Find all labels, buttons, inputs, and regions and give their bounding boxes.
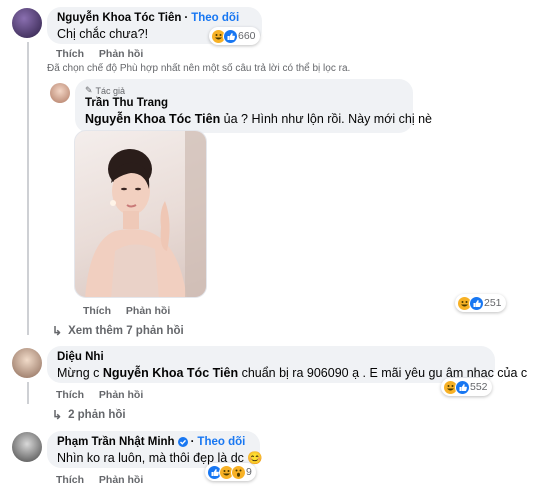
like-button[interactable]: Thích — [83, 305, 111, 317]
comment-photo[interactable] — [74, 130, 207, 298]
filter-note: Đã chọn chế độ Phù hợp nhất nên một số c… — [47, 63, 351, 74]
comment-text-prefix: Mừng c — [57, 366, 103, 380]
reaction-count: 251 — [484, 297, 502, 309]
reply-button[interactable]: Phản hồi — [99, 474, 143, 486]
author-badge-label: Tác giả — [95, 85, 126, 96]
like-icon — [469, 295, 484, 311]
author-badge: ✎ Tác giả — [85, 85, 403, 96]
comment-text: Nguyễn Khoa Tóc Tiên ủa ? Hình như lộn r… — [85, 112, 432, 126]
view-replies[interactable]: ↳ 2 phản hồi — [52, 408, 126, 422]
wow-icon — [231, 464, 246, 480]
reaction-count: 9 — [246, 466, 252, 478]
mention-link[interactable]: Nguyễn Khoa Tóc Tiên — [103, 366, 238, 380]
reaction-summary[interactable]: 251 — [455, 294, 506, 312]
comment-text-body: ủa ? Hình như lộn rồi. Này mới chị nè — [220, 112, 433, 126]
avatar[interactable] — [12, 348, 42, 378]
like-icon — [455, 379, 470, 395]
comment-actions: Thích Phản hồi — [56, 389, 155, 401]
separator-dot: · — [184, 12, 189, 24]
reply-button[interactable]: Phản hồi — [99, 48, 143, 60]
author-badge-icon: ✎ — [85, 85, 93, 95]
comment-actions: Thích Phản hồi — [56, 474, 155, 486]
comment-actions: Thích Phản hồi — [56, 48, 155, 60]
like-icon — [223, 28, 238, 44]
like-button[interactable]: Thích — [56, 474, 84, 486]
comment-bubble: ✎ Tác giả Trần Thu Trang Nguyễn Khoa Tóc… — [75, 79, 432, 133]
reply-arrow-icon: ↳ — [52, 408, 63, 422]
comment-author[interactable]: Diệu Nhi — [57, 351, 485, 363]
comment-author[interactable]: Nguyễn Khoa Tóc Tiên — [57, 12, 181, 24]
reply-button[interactable]: Phản hồi — [126, 305, 170, 317]
reaction-count: 552 — [470, 381, 488, 393]
view-replies-label: 2 phản hồi — [68, 409, 126, 421]
comment-author[interactable]: Trần Thu Trang — [85, 97, 403, 109]
mention-link[interactable]: Nguyễn Khoa Tóc Tiên — [85, 112, 220, 126]
reaction-summary[interactable]: 9 — [205, 463, 256, 481]
follow-button[interactable]: Theo dõi — [197, 436, 245, 448]
reaction-count: 660 — [238, 30, 256, 42]
separator-dot: · — [190, 436, 195, 448]
reaction-summary[interactable]: 660 — [209, 27, 260, 45]
thread-line — [27, 382, 29, 404]
thread-line — [27, 42, 29, 335]
reply-button[interactable]: Phản hồi — [99, 389, 143, 401]
like-button[interactable]: Thích — [56, 389, 84, 401]
avatar[interactable] — [12, 432, 42, 462]
comment-actions: Thích Phản hồi — [83, 305, 182, 317]
like-button[interactable]: Thích — [56, 48, 84, 60]
reply-arrow-icon: ↳ — [52, 324, 63, 338]
avatar[interactable] — [12, 8, 42, 38]
comment-text: Mừng c Nguyễn Khoa Tóc Tiên chuẩn bị ra … — [57, 366, 527, 380]
comment-bubble: Diệu Nhi Mừng c Nguyễn Khoa Tóc Tiên chu… — [47, 346, 527, 383]
photo-illustration — [85, 131, 206, 297]
view-more-replies-label: Xem thêm 7 phản hồi — [68, 325, 184, 337]
comment-author[interactable]: Phạm Trần Nhật Minh — [57, 436, 175, 448]
verified-icon — [177, 437, 188, 447]
view-more-replies[interactable]: ↳ Xem thêm 7 phản hồi — [52, 324, 184, 338]
reaction-summary[interactable]: 552 — [441, 378, 492, 396]
avatar[interactable] — [50, 83, 70, 103]
follow-button[interactable]: Theo dõi — [191, 12, 239, 24]
